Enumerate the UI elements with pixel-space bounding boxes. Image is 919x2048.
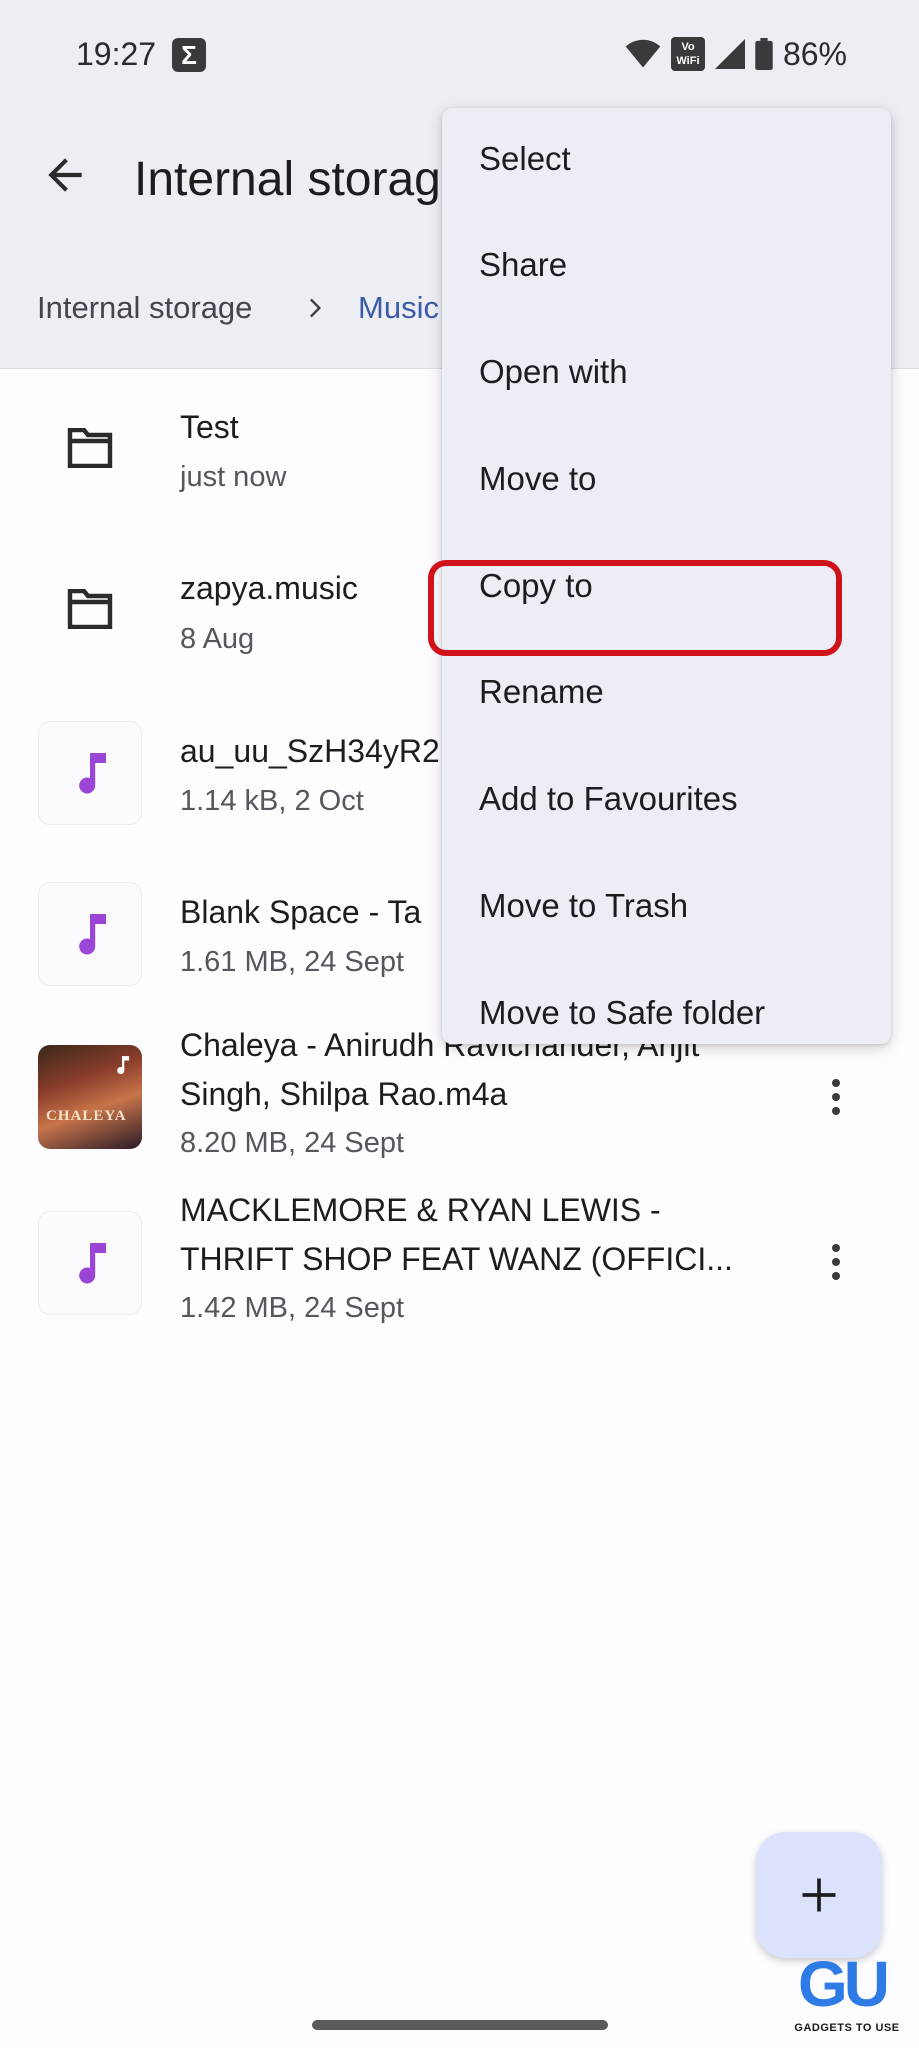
breadcrumb-internal-storage[interactable]: Internal storage	[37, 290, 252, 326]
status-bar: 19:27 Σ Vo WiFi 86%	[0, 0, 919, 110]
music-note-icon	[79, 1243, 106, 1284]
file-meta: 1.14 kB, 2 Oct	[180, 785, 364, 817]
audio-thumb	[38, 1211, 142, 1315]
file-name: zapya.music	[180, 570, 358, 606]
folder-icon	[67, 428, 113, 468]
file-meta: 8 Aug	[180, 623, 255, 655]
vowifi-icon: Vo WiFi	[670, 37, 705, 71]
folder-thumb	[38, 396, 142, 500]
music-note-icon	[79, 753, 106, 794]
album-art-title: CHALEYA	[46, 1108, 127, 1124]
chevron-right-icon	[310, 298, 321, 318]
album-art-thumb: CHALEYA	[38, 1045, 142, 1149]
breadcrumb-music[interactable]: Music	[358, 290, 439, 326]
menu-item-move-to-trash[interactable]: Move to Trash	[442, 855, 891, 961]
status-time: 19:27	[76, 36, 157, 72]
status-icons: Vo WiFi 86%	[625, 34, 847, 74]
file-name: Test	[180, 409, 239, 445]
menu-item-rename[interactable]: Rename	[442, 641, 891, 747]
notification-sigma-icon: Σ	[172, 38, 206, 72]
battery-percent: 86%	[782, 35, 847, 72]
file-name: Blank Space - Ta	[180, 894, 422, 930]
wifi-icon	[625, 39, 661, 68]
watermark-text: GADGETS TO USE	[794, 2022, 900, 2034]
battery-icon	[755, 38, 773, 70]
file-name-line2: THRIFT SHOP FEAT WANZ (OFFICI...	[180, 1241, 733, 1277]
watermark-logo: GU GADGETS TO USE	[788, 1950, 906, 2040]
gesture-nav-handle[interactable]	[312, 2020, 608, 2030]
menu-item-move-to[interactable]: Move to	[442, 428, 891, 534]
file-name: au_uu_SzH34yR2	[180, 733, 440, 769]
watermark-logo-mark: GU	[798, 1948, 890, 2020]
music-note-icon	[117, 1056, 130, 1075]
file-meta: just now	[180, 461, 287, 493]
menu-item-open-with[interactable]: Open with	[442, 321, 891, 427]
cell-signal-icon	[714, 39, 745, 69]
more-options-button[interactable]	[818, 1072, 854, 1122]
more-vert-icon	[832, 1079, 840, 1087]
more-options-button[interactable]	[818, 1237, 854, 1287]
back-arrow-icon[interactable]	[40, 150, 90, 200]
file-meta: 8.20 MB, 24 Sept	[180, 1127, 405, 1159]
list-item-thrift-shop[interactable]: MACKLEMORE & RYAN LEWIS - THRIFT SHOP FE…	[0, 1185, 919, 1355]
file-meta: 1.42 MB, 24 Sept	[180, 1292, 405, 1324]
audio-thumb	[38, 882, 142, 986]
menu-item-move-to-safe-folder[interactable]: Move to Safe folder	[442, 962, 891, 1044]
menu-item-select[interactable]: Select	[442, 108, 891, 214]
file-name-line2: Singh, Shilpa Rao.m4a	[180, 1076, 508, 1112]
folder-icon	[67, 589, 113, 629]
music-note-icon	[79, 914, 106, 955]
screen: 19:27 Σ Vo WiFi 86% Internal storage Inte…	[0, 0, 919, 2048]
file-meta: 1.61 MB, 24 Sept	[180, 946, 405, 978]
menu-item-share[interactable]: Share	[442, 214, 891, 320]
more-vert-icon	[832, 1244, 840, 1252]
page-title: Internal storage	[134, 153, 468, 206]
menu-item-add-to-favourites[interactable]: Add to Favourites	[442, 748, 891, 854]
audio-thumb	[38, 721, 142, 825]
folder-thumb	[38, 557, 142, 661]
copy-to-highlight-box	[428, 560, 842, 656]
file-name-line1: MACKLEMORE & RYAN LEWIS -	[180, 1192, 661, 1228]
add-fab-button[interactable]	[756, 1832, 882, 1958]
plus-icon	[802, 1878, 836, 1912]
